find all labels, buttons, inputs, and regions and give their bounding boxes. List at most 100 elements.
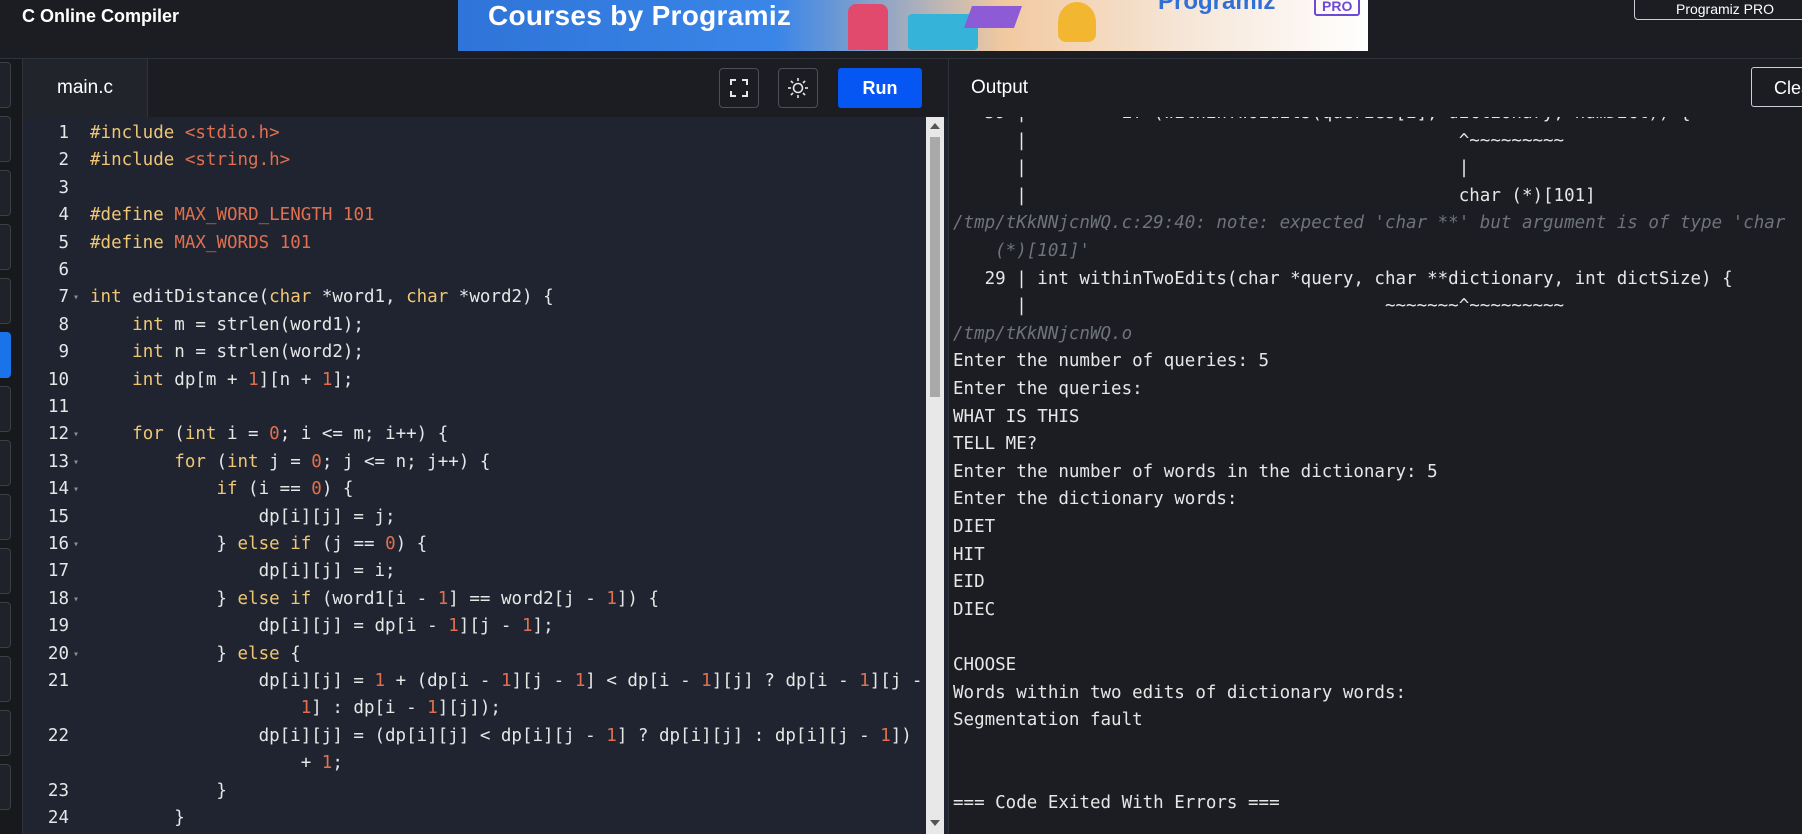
line-number: 2 [58, 150, 69, 171]
line-number: 11 [47, 397, 69, 417]
code-line[interactable]: } [90, 781, 227, 801]
output-header: Output Clear [948, 59, 1802, 118]
book-illustration [963, 6, 1023, 28]
output-title: Output [971, 77, 1029, 98]
code-line[interactable]: dp[i][j] = dp[i - 1][j - 1]; [90, 616, 554, 636]
code-line[interactable]: int editDistance(char *word1, char *word… [90, 287, 554, 307]
fold-arrow-icon[interactable]: ▾ [73, 457, 79, 468]
clear-button[interactable]: Clear [1751, 67, 1802, 107]
output-line: HIT [953, 544, 985, 565]
ad-banner[interactable]: Courses by Programiz Programiz PRO [458, 0, 1368, 51]
code-line[interactable]: dp[i][j] = 1 + (dp[i - 1][j - 1] < dp[i … [90, 671, 923, 691]
code-line[interactable]: } [90, 808, 185, 828]
rail-language-button[interactable] [0, 62, 11, 108]
code-line[interactable]: #include <string.h> [90, 150, 290, 170]
rail-language-button[interactable] [0, 764, 11, 810]
code-line[interactable]: dp[i][j] = (dp[i][j] < dp[i][j - 1] ? dp… [90, 726, 912, 746]
code-line[interactable]: #include <stdio.h> [90, 123, 280, 143]
fold-arrow-icon[interactable]: ▾ [73, 649, 79, 660]
editor-toolbar: main.c Run [23, 59, 948, 118]
fullscreen-icon [730, 79, 748, 97]
output-line: 59 | if (withinTwoEdits(queries[i], dict… [953, 117, 1691, 123]
output-line: === Code Exited With Errors === [953, 793, 1280, 813]
theme-toggle-button[interactable] [778, 68, 818, 108]
output-line: Enter the number of queries: 5 [953, 351, 1270, 372]
line-number: 24 [47, 808, 69, 828]
output-line: | | [953, 158, 1470, 179]
line-number-gutter: 1 2 3 4 5 6 7 ▾ 8 9 10 11 12 ▾ 13 ▾ 14 ▾ 15 16 ▾ 17 18 ▾ 19 20 ▾ 21… [23, 117, 88, 834]
output-line: /tmp/tKkNNjcnWQ.o [953, 323, 1133, 344]
editor-scrollbar[interactable] [926, 117, 944, 834]
rail-language-button[interactable] [0, 440, 11, 486]
scrollbar-thumb[interactable] [930, 137, 940, 397]
line-number: 18 [47, 588, 69, 609]
code-line[interactable]: dp[i][j] = i; [90, 561, 396, 581]
fold-arrow-icon[interactable]: ▾ [73, 292, 79, 303]
line-number: 17 [47, 561, 69, 582]
output-line: Enter the queries: [953, 379, 1143, 399]
fold-arrow-icon[interactable]: ▾ [73, 539, 79, 550]
scroll-down-arrow[interactable] [930, 820, 940, 826]
fold-arrow-icon[interactable]: ▾ [73, 429, 79, 440]
rail-language-button[interactable] [0, 116, 11, 162]
fold-arrow-icon[interactable]: ▾ [73, 484, 79, 495]
output-line: DIEC [953, 599, 996, 620]
line-number: 3 [58, 177, 69, 198]
code-line[interactable]: + 1; [90, 753, 343, 773]
fold-arrow-icon[interactable]: ▾ [73, 594, 79, 605]
line-number: 9 [58, 342, 69, 363]
trophy-illustration [1058, 2, 1096, 42]
rail-language-button[interactable] [0, 710, 11, 756]
rail-language-button[interactable] [0, 656, 11, 702]
banner-text: Courses by Programiz [488, 0, 792, 31]
rail-language-button[interactable] [0, 278, 11, 324]
rail-language-button[interactable] [0, 602, 11, 648]
line-number: 16 [47, 534, 69, 554]
sun-icon [788, 78, 808, 98]
rail-language-button-active[interactable] [0, 332, 11, 378]
line-number: 13 [47, 451, 69, 472]
top-bar: C Online Compiler Courses by Programiz P… [0, 0, 1802, 59]
fullscreen-button[interactable] [719, 68, 759, 108]
output-line: (*)[101]' [953, 241, 1090, 261]
rail-language-button[interactable] [0, 548, 11, 594]
code-line[interactable]: } else if (j == 0) { [90, 534, 427, 554]
code-line[interactable]: if (i == 0) { [90, 479, 353, 499]
line-number: 14 [47, 479, 69, 500]
output-line: Words within two edits of dictionary wor… [953, 682, 1407, 703]
code-line[interactable]: int m = strlen(word1); [90, 315, 364, 335]
line-number: 6 [58, 260, 69, 280]
code-editor[interactable]: 1 2 3 4 5 6 7 ▾ 8 9 10 11 12 ▾ 13 ▾ 14 ▾ 15 16 ▾ 17 18 ▾ 19 20 ▾ 21… [23, 117, 948, 834]
output-line: WHAT IS THIS [953, 406, 1080, 427]
code-line[interactable]: int dp[m + 1][n + 1]; [90, 370, 353, 390]
output-line: /tmp/tKkNNjcnWQ.c:29:40: note: expected … [953, 213, 1786, 234]
line-number: 12 [47, 424, 69, 445]
run-button[interactable]: Run [838, 68, 922, 108]
line-number: 15 [47, 506, 69, 527]
scroll-up-arrow[interactable] [930, 123, 940, 129]
rail-language-button[interactable] [0, 170, 11, 216]
line-number: 10 [47, 369, 69, 390]
line-number: 22 [47, 725, 69, 746]
code-line[interactable]: #define MAX_WORDS 101 [90, 233, 311, 253]
code-line[interactable]: #define MAX_WORD_LENGTH 101 [90, 205, 375, 225]
output-line: DIET [953, 517, 996, 537]
output-line: Enter the dictionary words: [953, 489, 1238, 510]
code-line[interactable]: for (int i = 0; i <= m; i++) { [90, 424, 448, 444]
code-line[interactable]: int n = strlen(word2); [90, 342, 364, 362]
line-number: 4 [58, 205, 69, 226]
code-line[interactable]: dp[i][j] = j; [90, 507, 396, 527]
banner-logo: Programiz [1158, 0, 1276, 15]
rail-language-button[interactable] [0, 494, 11, 540]
code-line[interactable]: } else { [90, 644, 300, 664]
line-number: 20 [47, 643, 69, 664]
output-line: | char (*)[101] [953, 185, 1596, 206]
programiz-pro-button[interactable]: Programiz PRO [1634, 0, 1802, 20]
code-line[interactable]: } else if (word1[i - 1] == word2[j - 1])… [90, 589, 659, 609]
left-rail [0, 59, 23, 834]
rail-language-button[interactable] [0, 386, 11, 432]
rail-language-button[interactable] [0, 224, 11, 270]
code-line[interactable]: 1] : dp[i - 1][j]); [90, 698, 501, 718]
tab-main-c[interactable]: main.c [23, 59, 148, 117]
code-line[interactable]: for (int j = 0; j <= n; j++) { [90, 452, 490, 472]
